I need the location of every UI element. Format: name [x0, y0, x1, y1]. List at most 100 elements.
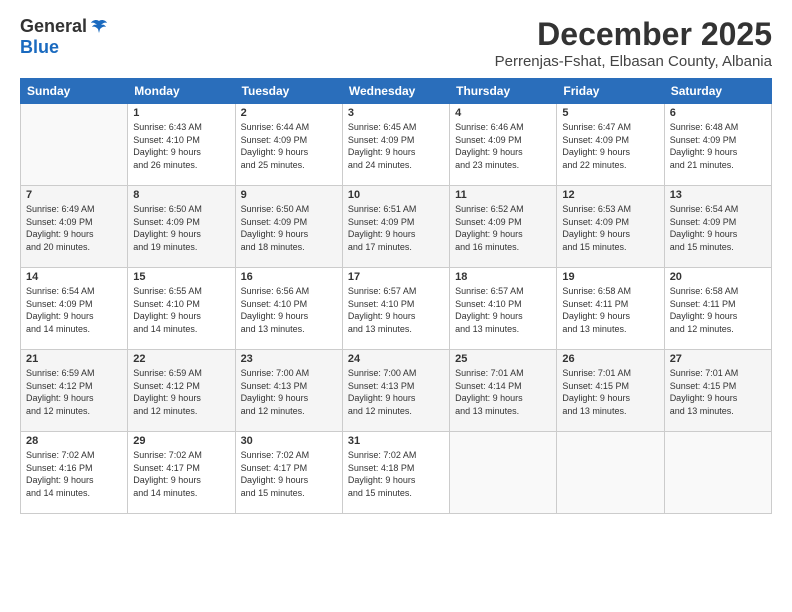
day-info: Sunrise: 6:50 AM Sunset: 4:09 PM Dayligh…: [241, 203, 337, 253]
day-number: 19: [562, 271, 658, 283]
calendar-cell: 8 Sunrise: 6:50 AM Sunset: 4:09 PM Daylig…: [128, 186, 235, 268]
day-number: 4: [455, 107, 551, 119]
day-info: Sunrise: 6:47 AM Sunset: 4:09 PM Dayligh…: [562, 121, 658, 171]
day-info: Sunrise: 6:57 AM Sunset: 4:10 PM Dayligh…: [348, 285, 444, 335]
day-number: 12: [562, 189, 658, 201]
logo-bird-icon: [89, 17, 109, 37]
calendar-cell: 13 Sunrise: 6:54 AM Sunset: 4:09 PM Dayli…: [664, 186, 771, 268]
day-number: 30: [241, 435, 337, 447]
calendar-day-header: Thursday: [450, 79, 557, 104]
day-info: Sunrise: 7:02 AM Sunset: 4:16 PM Dayligh…: [26, 449, 122, 499]
calendar-cell: 7 Sunrise: 6:49 AM Sunset: 4:09 PM Daylig…: [21, 186, 128, 268]
day-number: 8: [133, 189, 229, 201]
header: General Blue December 2025 Perrenjas-Fsh…: [20, 16, 772, 70]
day-number: 29: [133, 435, 229, 447]
day-number: 1: [133, 107, 229, 119]
calendar-cell: 14 Sunrise: 6:54 AM Sunset: 4:09 PM Dayli…: [21, 268, 128, 350]
calendar-day-header: Monday: [128, 79, 235, 104]
day-number: 25: [455, 353, 551, 365]
day-number: 18: [455, 271, 551, 283]
logo: General Blue: [20, 16, 109, 58]
calendar-cell: 12 Sunrise: 6:53 AM Sunset: 4:09 PM Dayli…: [557, 186, 664, 268]
day-info: Sunrise: 6:48 AM Sunset: 4:09 PM Dayligh…: [670, 121, 766, 171]
day-number: 11: [455, 189, 551, 201]
calendar-cell: 31Sunrise: 7:02 AM Sunset: 4:18 PM Dayli…: [342, 432, 449, 514]
day-number: 26: [562, 353, 658, 365]
calendar-day-header: Saturday: [664, 79, 771, 104]
calendar-cell: 25 Sunrise: 7:01 AM Sunset: 4:14 PM Dayli…: [450, 350, 557, 432]
day-number: 6: [670, 107, 766, 119]
calendar-cell: 11 Sunrise: 6:52 AM Sunset: 4:09 PM Dayli…: [450, 186, 557, 268]
day-info: Sunrise: 6:57 AM Sunset: 4:10 PM Dayligh…: [455, 285, 551, 335]
calendar-cell: 18 Sunrise: 6:57 AM Sunset: 4:10 PM Dayli…: [450, 268, 557, 350]
day-number: 24: [348, 353, 444, 365]
day-number: 28: [26, 435, 122, 447]
day-info: Sunrise: 6:52 AM Sunset: 4:09 PM Dayligh…: [455, 203, 551, 253]
day-info: Sunrise: 6:49 AM Sunset: 4:09 PM Dayligh…: [26, 203, 122, 253]
calendar-day-header: Wednesday: [342, 79, 449, 104]
day-info: Sunrise: 6:43 AM Sunset: 4:10 PM Dayligh…: [133, 121, 229, 171]
day-info: Sunrise: 6:44 AM Sunset: 4:09 PM Dayligh…: [241, 121, 337, 171]
day-number: 31: [348, 435, 444, 447]
calendar-cell: 16Sunrise: 6:56 AM Sunset: 4:10 PM Dayli…: [235, 268, 342, 350]
day-info: Sunrise: 6:54 AM Sunset: 4:09 PM Dayligh…: [26, 285, 122, 335]
calendar-cell: 27 Sunrise: 7:01 AM Sunset: 4:15 PM Dayli…: [664, 350, 771, 432]
calendar-week-row: 14 Sunrise: 6:54 AM Sunset: 4:09 PM Dayli…: [21, 268, 772, 350]
day-number: 27: [670, 353, 766, 365]
day-info: Sunrise: 7:00 AM Sunset: 4:13 PM Dayligh…: [348, 367, 444, 417]
calendar-cell: 3 Sunrise: 6:45 AM Sunset: 4:09 PM Daylig…: [342, 104, 449, 186]
day-number: 5: [562, 107, 658, 119]
day-info: Sunrise: 7:01 AM Sunset: 4:15 PM Dayligh…: [562, 367, 658, 417]
day-info: Sunrise: 6:46 AM Sunset: 4:09 PM Dayligh…: [455, 121, 551, 171]
day-info: Sunrise: 7:02 AM Sunset: 4:17 PM Dayligh…: [241, 449, 337, 499]
calendar-table: SundayMondayTuesdayWednesdayThursdayFrid…: [20, 78, 772, 514]
calendar-cell: 4 Sunrise: 6:46 AM Sunset: 4:09 PM Daylig…: [450, 104, 557, 186]
day-number: 9: [241, 189, 337, 201]
day-info: Sunrise: 7:01 AM Sunset: 4:14 PM Dayligh…: [455, 367, 551, 417]
calendar-cell: [557, 432, 664, 514]
calendar-cell: [450, 432, 557, 514]
day-info: Sunrise: 6:55 AM Sunset: 4:10 PM Dayligh…: [133, 285, 229, 335]
day-number: 3: [348, 107, 444, 119]
day-info: Sunrise: 6:59 AM Sunset: 4:12 PM Dayligh…: [26, 367, 122, 417]
calendar-cell: 9 Sunrise: 6:50 AM Sunset: 4:09 PM Daylig…: [235, 186, 342, 268]
day-info: Sunrise: 6:45 AM Sunset: 4:09 PM Dayligh…: [348, 121, 444, 171]
calendar-week-row: 28 Sunrise: 7:02 AM Sunset: 4:16 PM Dayli…: [21, 432, 772, 514]
day-info: Sunrise: 6:59 AM Sunset: 4:12 PM Dayligh…: [133, 367, 229, 417]
day-info: Sunrise: 6:58 AM Sunset: 4:11 PM Dayligh…: [670, 285, 766, 335]
day-number: 14: [26, 271, 122, 283]
day-number: 15: [133, 271, 229, 283]
day-number: 20: [670, 271, 766, 283]
calendar-cell: 23Sunrise: 7:00 AM Sunset: 4:13 PM Dayli…: [235, 350, 342, 432]
day-number: 2: [241, 107, 337, 119]
day-number: 7: [26, 189, 122, 201]
day-number: 13: [670, 189, 766, 201]
logo-blue-text: Blue: [20, 37, 59, 58]
day-info: Sunrise: 6:53 AM Sunset: 4:09 PM Dayligh…: [562, 203, 658, 253]
calendar-cell: 24 Sunrise: 7:00 AM Sunset: 4:13 PM Dayli…: [342, 350, 449, 432]
calendar-cell: 10Sunrise: 6:51 AM Sunset: 4:09 PM Dayli…: [342, 186, 449, 268]
calendar-cell: 30 Sunrise: 7:02 AM Sunset: 4:17 PM Dayli…: [235, 432, 342, 514]
page: General Blue December 2025 Perrenjas-Fsh…: [0, 0, 792, 612]
calendar-header-row: SundayMondayTuesdayWednesdayThursdayFrid…: [21, 79, 772, 104]
day-number: 17: [348, 271, 444, 283]
calendar-week-row: 1 Sunrise: 6:43 AM Sunset: 4:10 PM Daylig…: [21, 104, 772, 186]
calendar-cell: 28 Sunrise: 7:02 AM Sunset: 4:16 PM Dayli…: [21, 432, 128, 514]
calendar-cell: 20 Sunrise: 6:58 AM Sunset: 4:11 PM Dayli…: [664, 268, 771, 350]
calendar-cell: 1 Sunrise: 6:43 AM Sunset: 4:10 PM Daylig…: [128, 104, 235, 186]
day-info: Sunrise: 6:56 AM Sunset: 4:10 PM Dayligh…: [241, 285, 337, 335]
day-info: Sunrise: 7:01 AM Sunset: 4:15 PM Dayligh…: [670, 367, 766, 417]
day-info: Sunrise: 6:54 AM Sunset: 4:09 PM Dayligh…: [670, 203, 766, 253]
day-info: Sunrise: 7:02 AM Sunset: 4:17 PM Dayligh…: [133, 449, 229, 499]
calendar-cell: 6 Sunrise: 6:48 AM Sunset: 4:09 PM Daylig…: [664, 104, 771, 186]
calendar-cell: 2 Sunrise: 6:44 AM Sunset: 4:09 PM Daylig…: [235, 104, 342, 186]
calendar-cell: 21Sunrise: 6:59 AM Sunset: 4:12 PM Dayli…: [21, 350, 128, 432]
title-section: December 2025 Perrenjas-Fshat, Elbasan C…: [495, 16, 772, 70]
calendar-week-row: 21Sunrise: 6:59 AM Sunset: 4:12 PM Dayli…: [21, 350, 772, 432]
calendar-cell: [664, 432, 771, 514]
calendar-cell: 22Sunrise: 6:59 AM Sunset: 4:12 PM Dayli…: [128, 350, 235, 432]
calendar-cell: 19 Sunrise: 6:58 AM Sunset: 4:11 PM Dayli…: [557, 268, 664, 350]
day-info: Sunrise: 6:50 AM Sunset: 4:09 PM Dayligh…: [133, 203, 229, 253]
day-info: Sunrise: 6:58 AM Sunset: 4:11 PM Dayligh…: [562, 285, 658, 335]
logo-general-text: General: [20, 16, 87, 37]
